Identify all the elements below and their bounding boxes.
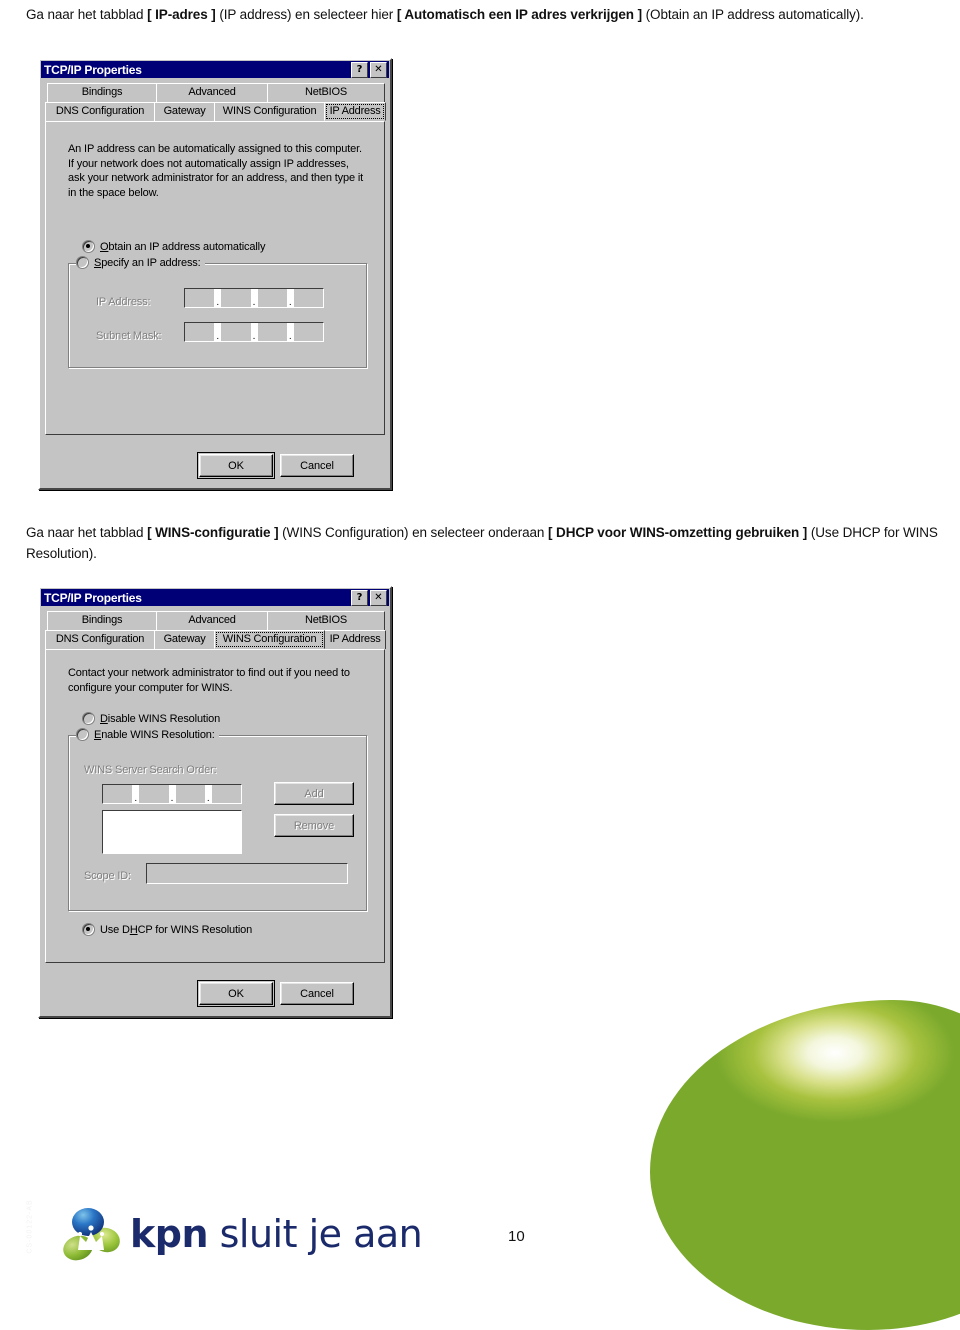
intro-paragraph: Ga naar het tabblad [ IP-adres ] (IP add…	[26, 4, 941, 25]
scope-id-label: Scope ID:	[84, 870, 131, 882]
tab-gateway[interactable]: Gateway	[154, 102, 216, 121]
tab-bindings[interactable]: Bindings	[47, 611, 157, 630]
tab-bindings[interactable]: Bindings	[47, 83, 157, 102]
radio-disable-wins-resolution[interactable]: Disable WINS Resolution	[82, 712, 220, 725]
wins-description: Contact your network administrator to fi…	[68, 667, 350, 694]
radio-use-dhcp-for-wins-resolution[interactable]: Use DHCP for WINS Resolution	[82, 923, 252, 936]
wins-search-order-label: WINS Server Search Order:	[84, 764, 217, 776]
radio-label: Obtain an IP address automatically	[100, 240, 266, 253]
ip-address-label: IP Address:	[96, 296, 151, 308]
radio-indicator	[76, 256, 89, 269]
dialog-title: TCP/IP Properties	[44, 590, 142, 605]
text-run: Ga naar het tabblad	[26, 525, 148, 540]
tab-pane-wins-configuration: Contact your network administrator to fi…	[45, 649, 385, 963]
specify-ip-groupbox	[68, 263, 368, 369]
remove-button[interactable]: Remove	[274, 814, 354, 837]
close-icon[interactable]: ✕	[370, 61, 387, 78]
kpn-tagline: sluit je aan	[208, 1212, 423, 1256]
tab-gateway[interactable]: Gateway	[154, 630, 216, 649]
tab-dns-configuration[interactable]: DNS Configuration	[45, 102, 156, 121]
radio-indicator	[76, 728, 89, 741]
page-number: 10	[508, 1228, 525, 1245]
tcpip-properties-dialog-ip: TCP/IP Properties ? ✕ Bindings Advanced …	[38, 58, 392, 490]
tab-wins-configuration[interactable]: WINS Configuration	[214, 102, 326, 121]
radio-indicator	[82, 240, 95, 253]
emphasis-run: [ WINS-configuratie ]	[147, 525, 279, 540]
text-run: Ga naar het tabblad	[26, 7, 148, 22]
side-margin-code: CS-00122-AB	[26, 1199, 34, 1254]
radio-label: Disable WINS Resolution	[100, 712, 221, 725]
tab-row-bottom: DNS Configuration Gateway WINS Configura…	[45, 102, 386, 121]
emphasis-run: [ Automatisch een IP adres verkrijgen ]	[396, 7, 642, 22]
dialog-title: TCP/IP Properties	[44, 62, 142, 77]
tcpip-properties-dialog-wins: TCP/IP Properties ? ✕ Bindings Advanced …	[38, 586, 392, 1018]
kpn-crown-icon	[63, 1208, 120, 1261]
tab-advanced[interactable]: Advanced	[156, 83, 268, 102]
radio-indicator	[82, 923, 95, 936]
radio-obtain-ip-automatically[interactable]: Obtain an IP address automatically	[82, 240, 265, 253]
tab-pane-ip-address: An IP address can be automatically assig…	[45, 121, 385, 435]
tab-dns-configuration[interactable]: DNS Configuration	[45, 630, 156, 649]
titlebar: TCP/IP Properties ? ✕	[41, 589, 389, 606]
radio-label: Specify an IP address:	[94, 256, 201, 269]
tab-ip-address[interactable]: IP Address	[324, 102, 386, 121]
tab-row-bottom: DNS Configuration Gateway WINS Configura…	[45, 630, 386, 649]
tab-ip-address[interactable]: IP Address	[324, 630, 386, 649]
ok-button[interactable]: OK	[197, 980, 275, 1007]
emphasis-run: [ DHCP voor WINS-omzetting gebruiken ]	[548, 525, 808, 540]
tab-row-top: Bindings Advanced NetBIOS	[47, 83, 385, 102]
close-icon[interactable]: ✕	[370, 589, 387, 606]
radio-specify-ip-address[interactable]: Specify an IP address:	[76, 256, 205, 269]
emphasis-run: [ IP-adres ]	[147, 7, 216, 22]
tab-advanced[interactable]: Advanced	[156, 611, 268, 630]
ip-address-input[interactable]: . . .	[184, 288, 324, 308]
dialog-footer: OK Cancel	[40, 974, 390, 1016]
mid-paragraph: Ga naar het tabblad [ WINS-configuratie …	[26, 522, 941, 564]
tab-row-top: Bindings Advanced NetBIOS	[47, 611, 385, 630]
titlebar-buttons: ? ✕	[351, 61, 389, 78]
text-run: (Obtain an IP address automatically).	[642, 7, 864, 22]
ip-description: An IP address can be automatically assig…	[68, 143, 364, 199]
cancel-button[interactable]: Cancel	[280, 982, 354, 1005]
kpn-word: kpn	[130, 1212, 209, 1256]
subnet-mask-label: Subnet Mask:	[96, 330, 162, 342]
scope-id-input[interactable]	[146, 863, 348, 884]
wins-server-list[interactable]	[102, 810, 242, 854]
radio-enable-wins-resolution[interactable]: Enable WINS Resolution:	[76, 728, 219, 741]
kpn-logo: kpn sluit je aan	[62, 1203, 423, 1265]
decorative-green-blob	[650, 1000, 960, 1330]
add-button[interactable]: Add	[274, 782, 354, 805]
tab-strip: Bindings Advanced NetBIOS DNS Configurat…	[40, 606, 390, 649]
ok-button[interactable]: OK	[197, 452, 275, 479]
cancel-button[interactable]: Cancel	[280, 454, 354, 477]
text-run: (IP address) en selecteer hier	[215, 7, 397, 22]
tab-netbios[interactable]: NetBIOS	[267, 83, 385, 102]
radio-label: Use DHCP for WINS Resolution	[100, 923, 253, 936]
radio-indicator	[82, 712, 95, 725]
help-icon[interactable]: ?	[351, 589, 368, 606]
wins-server-ip-input[interactable]: . . .	[102, 784, 242, 804]
help-icon[interactable]: ?	[351, 61, 368, 78]
tab-wins-configuration[interactable]: WINS Configuration	[214, 630, 326, 649]
titlebar: TCP/IP Properties ? ✕	[41, 61, 389, 78]
radio-label: Enable WINS Resolution:	[94, 728, 215, 741]
tab-netbios[interactable]: NetBIOS	[267, 611, 385, 630]
tab-strip: Bindings Advanced NetBIOS DNS Configurat…	[40, 78, 390, 121]
subnet-mask-input[interactable]: . . .	[184, 322, 324, 342]
kpn-wordmark: kpn sluit je aan	[130, 1212, 423, 1256]
text-run: (WINS Configuration) en selecteer ondera…	[278, 525, 548, 540]
dialog-footer: OK Cancel	[40, 446, 390, 488]
titlebar-buttons: ? ✕	[351, 589, 389, 606]
